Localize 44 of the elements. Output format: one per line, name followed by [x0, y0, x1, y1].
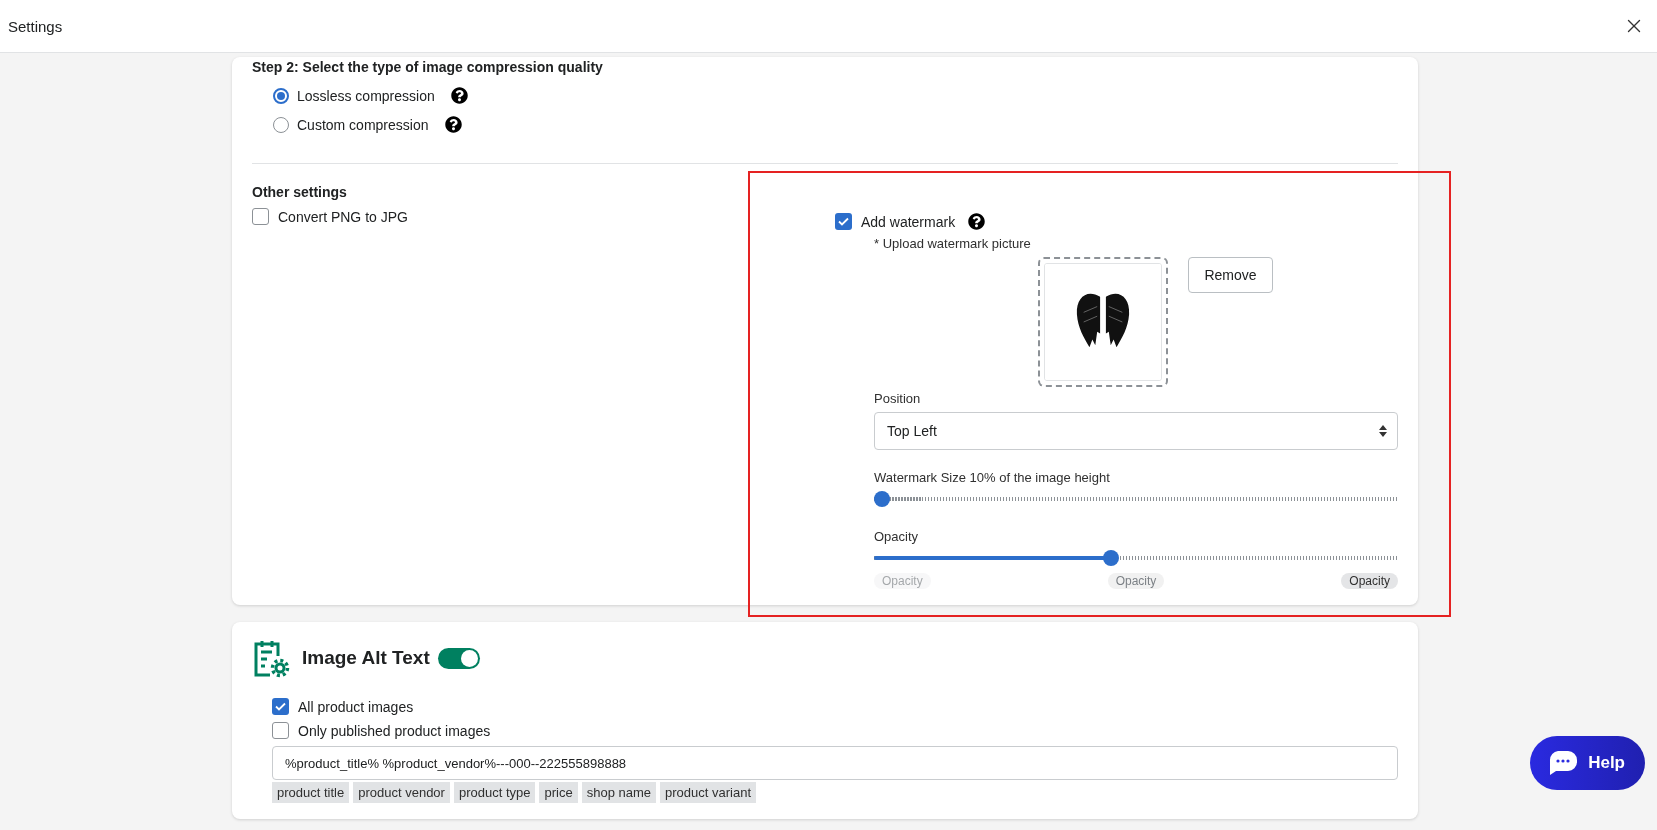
checkbox-label: Add watermark: [861, 213, 956, 230]
toggle-switch[interactable]: [437, 647, 480, 669]
variable-tag[interactable]: product vendor: [353, 782, 450, 803]
field-label: Opacity: [874, 529, 919, 544]
window-title: Settings: [8, 17, 63, 35]
help-button[interactable]: Help: [1530, 736, 1645, 790]
variable-tag[interactable]: shop name: [581, 782, 656, 803]
card-title: Image Alt Text: [302, 647, 430, 669]
check-icon: [838, 217, 849, 226]
slider-thumb[interactable]: [1102, 550, 1119, 566]
variable-tag[interactable]: product title: [272, 782, 350, 803]
variable-tag[interactable]: product type: [453, 782, 536, 803]
radio-label: Lossless compression: [297, 87, 435, 104]
field-label: * Upload watermark picture: [874, 236, 1031, 251]
slider-mark: Opacity: [1107, 573, 1165, 589]
variable-tag[interactable]: product variant: [660, 782, 756, 803]
slider-thumb[interactable]: [874, 491, 890, 507]
checkbox[interactable]: [835, 213, 852, 230]
image-upload-frame[interactable]: [1038, 257, 1168, 387]
variable-tag[interactable]: price: [539, 782, 578, 803]
field-label: Watermark Size 10% of the image height: [874, 470, 1110, 485]
clipboard-gear-icon: [252, 638, 290, 678]
radio-button[interactable]: [273, 87, 289, 104]
radio-label: Custom compression: [297, 116, 429, 133]
section-heading: Step 2: Select the type of image compression quality: [252, 58, 604, 75]
remove-button[interactable]: Remove: [1188, 257, 1273, 293]
slider-mark: Opacity: [874, 573, 931, 589]
checkbox-label: Only published product images: [298, 722, 491, 739]
help-icon[interactable]: [968, 213, 986, 230]
sort-caret-icon: [1379, 425, 1387, 437]
chat-bubble-icon: [1548, 750, 1579, 776]
position-select[interactable]: Top Left: [874, 412, 1398, 450]
checkbox-label: Convert PNG to JPG: [278, 208, 408, 225]
checkbox-label: All product images: [298, 698, 414, 715]
checkbox[interactable]: [252, 208, 269, 225]
help-icon[interactable]: [444, 116, 462, 133]
help-icon[interactable]: [450, 87, 468, 104]
checkbox[interactable]: [272, 698, 289, 715]
section-heading: Other settings: [252, 184, 348, 200]
field-label: Position: [874, 391, 921, 406]
slider-mark: Opacity: [1341, 573, 1398, 589]
checkbox[interactable]: [272, 722, 289, 739]
template-field[interactable]: %product_title% %product_vendor%---000--222555898888: [272, 746, 1398, 780]
check-icon: [275, 702, 286, 711]
